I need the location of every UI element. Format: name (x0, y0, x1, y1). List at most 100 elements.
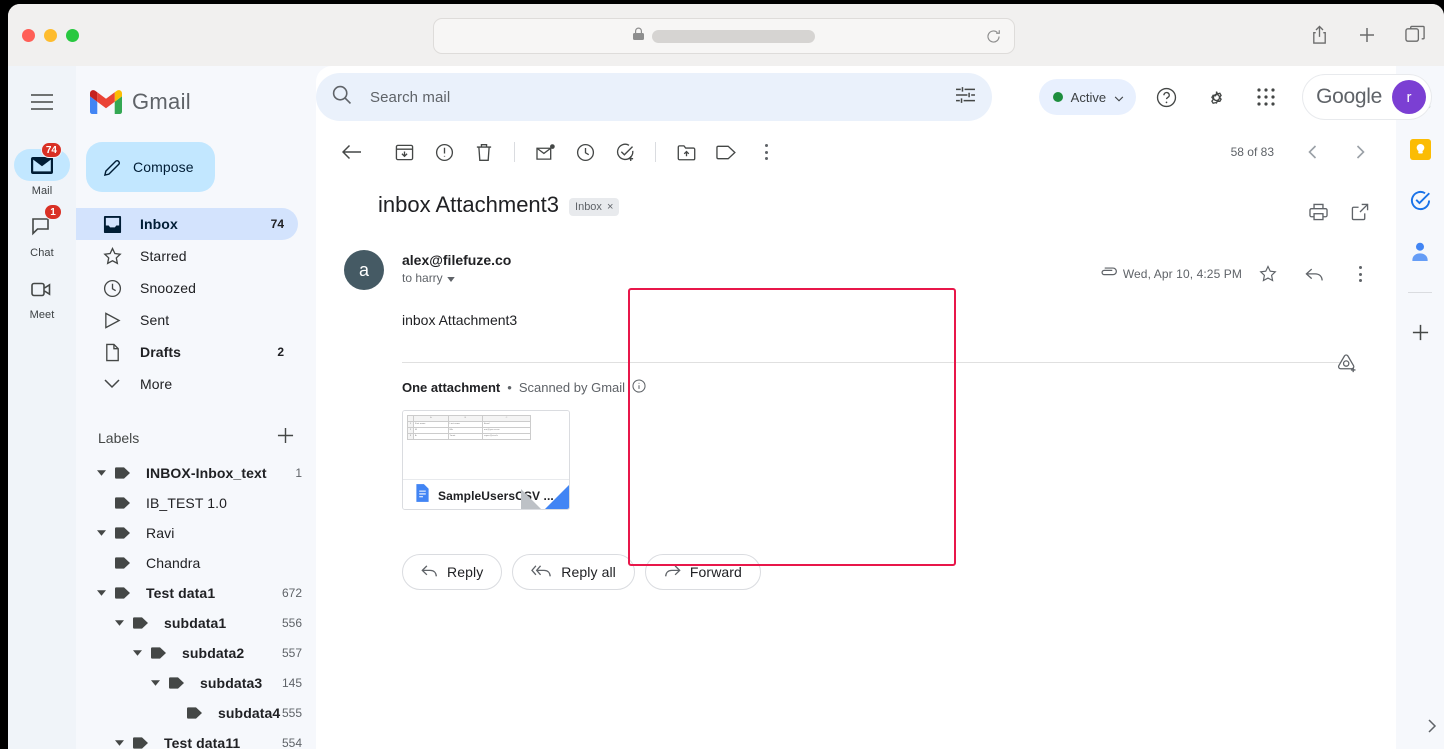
search-bar[interactable] (316, 73, 992, 121)
info-circle-icon[interactable] (632, 379, 646, 396)
sidebar-item-drafts[interactable]: Drafts 2 (76, 336, 298, 368)
help-icon[interactable] (1146, 77, 1186, 117)
sidebar-item-inbox-count: 74 (271, 217, 298, 231)
report-spam-icon[interactable] (424, 132, 464, 172)
close-window-button[interactable] (22, 29, 35, 42)
keep-icon[interactable] (1410, 139, 1431, 160)
minimize-window-button[interactable] (44, 29, 57, 42)
reply-all-button[interactable]: Reply all (512, 554, 635, 590)
add-to-drive-icon[interactable] (1336, 354, 1358, 379)
caret-down-icon[interactable] (90, 530, 112, 536)
print-icon[interactable] (1298, 192, 1338, 232)
label-row[interactable]: subdata2 557 (76, 638, 316, 668)
caret-down-icon[interactable] (90, 590, 112, 596)
tasks-icon[interactable] (1410, 190, 1431, 211)
label-row[interactable]: subdata1 556 (76, 608, 316, 638)
label-row[interactable]: Ravi (76, 518, 316, 548)
star-outline-icon[interactable] (1248, 254, 1288, 294)
label-row[interactable]: Test data1 672 (76, 578, 316, 608)
account-button[interactable]: Google r (1302, 74, 1432, 120)
back-arrow-icon[interactable] (332, 132, 372, 172)
contacts-icon[interactable] (1410, 241, 1430, 262)
compose-button[interactable]: Compose (86, 142, 215, 192)
attachment-corner-fold (543, 485, 569, 510)
label-chip-inbox[interactable]: Inbox × (569, 198, 619, 216)
chevron-down-icon[interactable] (1114, 90, 1124, 105)
forward-button[interactable]: Forward (645, 554, 761, 590)
reload-icon[interactable] (985, 28, 1002, 50)
rail-item-chat[interactable]: 1 Chat (14, 211, 70, 259)
label-name: subdata1 (164, 615, 282, 631)
open-in-new-icon[interactable] (1340, 192, 1380, 232)
add-label-icon[interactable] (277, 427, 294, 449)
add-app-icon[interactable] (1411, 323, 1430, 342)
reply-label: Reply (447, 564, 483, 580)
expand-panel-icon[interactable] (1426, 718, 1438, 739)
caret-down-icon[interactable] (90, 470, 112, 476)
page-title: inbox Attachment3 (378, 192, 559, 218)
add-to-tasks-icon[interactable] (605, 132, 645, 172)
status-label: Active (1071, 90, 1106, 105)
close-x-icon[interactable]: × (607, 201, 613, 213)
reply-arrow-icon (421, 564, 438, 581)
status-dot (1053, 92, 1063, 102)
more-vertical-icon[interactable] (1340, 254, 1380, 294)
reply-button[interactable]: Reply (402, 554, 502, 590)
archive-icon[interactable] (384, 132, 424, 172)
chevron-left-icon[interactable] (1292, 132, 1332, 172)
label-row[interactable]: Chandra (76, 548, 316, 578)
inbox-icon (102, 215, 122, 234)
sidebar-item-inbox[interactable]: Inbox 74 (76, 208, 298, 240)
address-bar[interactable] (433, 18, 1015, 54)
label-count: 556 (282, 616, 302, 630)
message-pane: 58 of 83 inbox Attachment3 Inbox × (316, 66, 1396, 749)
maximize-window-button[interactable] (66, 29, 79, 42)
label-row[interactable]: subdata4 555 (76, 698, 316, 728)
label-tag-icon (112, 557, 132, 569)
new-tab-icon[interactable] (1357, 25, 1377, 45)
chevron-down-icon[interactable] (447, 271, 455, 285)
chevron-right-icon[interactable] (1340, 132, 1380, 172)
label-tag-icon (112, 587, 132, 599)
message-actions: Reply Reply all Forward (402, 554, 1380, 590)
caret-down-icon[interactable] (108, 620, 130, 626)
rail-item-mail[interactable]: 74 Mail (14, 149, 70, 197)
move-to-folder-icon[interactable] (666, 132, 706, 172)
sidebar-item-starred[interactable]: Starred (76, 240, 298, 272)
label-row[interactable]: IB_TEST 1.0 (76, 488, 316, 518)
hamburger-icon[interactable] (19, 82, 65, 127)
label-row[interactable]: subdata3 145 (76, 668, 316, 698)
more-vertical-icon[interactable] (746, 132, 786, 172)
label-row[interactable]: INBOX-Inbox_text 1 (76, 458, 316, 488)
reply-arrow-icon[interactable] (1294, 254, 1334, 294)
sidebar-item-more-label: More (140, 376, 284, 392)
message-header: a alex@filefuze.co to harry Wed, Apr 10,… (332, 250, 1380, 294)
status-badge[interactable]: Active (1039, 79, 1136, 115)
gear-icon[interactable] (1196, 77, 1236, 117)
label-name: subdata3 (200, 675, 282, 691)
search-input[interactable] (370, 89, 955, 106)
sidebar-item-snoozed[interactable]: Snoozed (76, 272, 298, 304)
chat-icon: 1 (14, 211, 70, 243)
caret-down-icon[interactable] (144, 680, 166, 686)
sidebar-item-more[interactable]: More (76, 368, 298, 400)
caret-down-icon[interactable] (108, 740, 130, 746)
snooze-clock-icon[interactable] (565, 132, 605, 172)
window-controls[interactable] (22, 29, 79, 42)
message-date: Wed, Apr 10, 4:25 PM (1123, 267, 1242, 281)
trash-icon[interactable] (464, 132, 504, 172)
sidebar-item-sent[interactable]: Sent (76, 304, 298, 336)
labels-title: Labels (98, 430, 277, 446)
apps-grid-icon[interactable] (1246, 77, 1286, 117)
label-icon[interactable] (706, 132, 746, 172)
share-icon[interactable] (1310, 25, 1329, 46)
caret-down-icon[interactable] (126, 650, 148, 656)
mark-unread-icon[interactable] (525, 132, 565, 172)
filter-options-icon[interactable] (955, 86, 976, 109)
rail-item-meet[interactable]: Meet (14, 273, 70, 321)
label-row[interactable]: Test data11 554 (76, 728, 316, 749)
recipient-row[interactable]: to harry (402, 271, 511, 285)
reply-all-label: Reply all (561, 564, 616, 580)
tab-overview-icon[interactable] (1405, 25, 1426, 45)
attachment-card[interactable]: A B C 1 First name Last name Email (402, 410, 570, 510)
